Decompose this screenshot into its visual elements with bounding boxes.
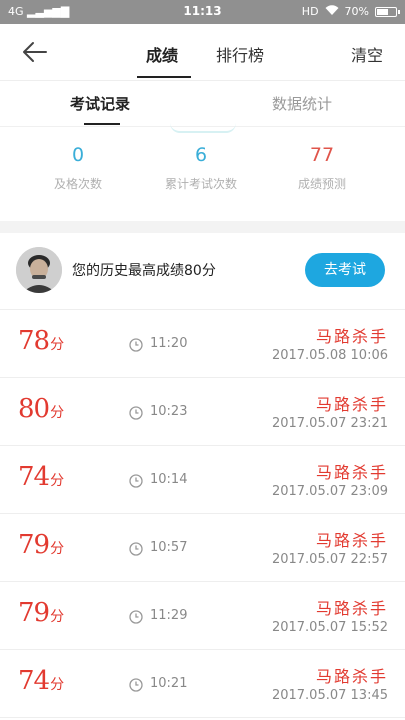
record-row[interactable]: 74分 10:14 马路杀手 2017.05.07 23:09 (0, 446, 405, 514)
clock-icon (129, 473, 143, 488)
record-date: 2017.05.07 22:57 (271, 552, 388, 567)
score-value: 79 (18, 530, 50, 560)
record-duration: 10:14 (150, 472, 188, 487)
record-user: 马路杀手 (315, 531, 388, 550)
record-duration: 10:57 (150, 540, 188, 555)
clock-icon (129, 337, 143, 352)
best-score-row: 您的历史最高成绩80分 去考试 (0, 233, 405, 310)
stat-label: 及格次数 (53, 177, 102, 191)
clock-icon (129, 405, 143, 420)
record-row[interactable]: 79分 10:57 马路杀手 2017.05.07 22:57 (0, 514, 405, 582)
record-score: 79分 (18, 530, 64, 560)
record-duration: 10:23 (150, 404, 188, 419)
decorative-arc (170, 123, 236, 133)
stat-value: 6 (194, 144, 208, 166)
subtab-statistics[interactable]: 数据统计 (272, 93, 332, 114)
back-arrow-icon[interactable] (20, 40, 48, 64)
stat-value: 0 (71, 144, 85, 166)
record-user: 马路杀手 (315, 463, 388, 482)
tab-scores[interactable]: 成绩 (146, 42, 178, 66)
record-date: 2017.05.07 13:45 (271, 688, 388, 703)
status-bar: 4G ▂▃▅▆▇ 11:13 HD 70% (0, 0, 405, 24)
subtab-underline (84, 123, 120, 125)
score-value: 79 (18, 598, 50, 628)
record-date: 2017.05.07 15:52 (271, 620, 388, 635)
record-user: 马路杀手 (315, 599, 388, 618)
clock-icon (129, 541, 143, 556)
record-score: 80分 (18, 394, 64, 424)
battery-percent: 70% (344, 5, 369, 18)
score-value: 80 (18, 394, 50, 424)
subtab-exam-records[interactable]: 考试记录 (70, 93, 130, 114)
sub-tabs: 考试记录 数据统计 (0, 81, 405, 125)
exam-records-list: 78分 11:20 马路杀手 2017.05.08 10:06 80分 10:23 马路杀手… (0, 310, 405, 718)
record-row[interactable]: 79分 11:29 马路杀手 2017.05.07 15:52 (0, 582, 405, 650)
record-duration: 11:29 (150, 608, 188, 623)
record-row[interactable]: 78分 11:20 马路杀手 2017.05.08 10:06 (0, 310, 405, 378)
score-unit: 分 (50, 405, 65, 421)
tab-scores-underline (137, 76, 191, 78)
battery-icon (375, 6, 400, 17)
best-score-text: 您的历史最高成绩80分 (72, 263, 216, 279)
wifi-icon (325, 4, 339, 19)
clear-button[interactable]: 清空 (351, 42, 383, 66)
stat-value: 77 (309, 144, 335, 166)
hd-badge: HD (301, 5, 319, 18)
score-value: 74 (18, 666, 50, 696)
score-value: 74 (18, 462, 50, 492)
record-user: 马路杀手 (315, 667, 388, 686)
record-date: 2017.05.08 10:06 (271, 348, 388, 363)
record-date: 2017.05.07 23:09 (271, 484, 388, 499)
score-unit: 分 (50, 337, 65, 353)
score-unit: 分 (50, 541, 65, 557)
record-score: 78分 (18, 326, 64, 356)
score-unit: 分 (50, 473, 65, 489)
record-score: 79分 (18, 598, 64, 628)
app-header: 成绩 排行榜 清空 (0, 24, 405, 81)
record-date: 2017.05.07 23:21 (271, 416, 388, 431)
record-score: 74分 (18, 666, 64, 696)
tab-leaderboard[interactable]: 排行榜 (216, 42, 264, 66)
clock-icon (129, 677, 143, 692)
score-value: 78 (18, 326, 50, 356)
record-score: 74分 (18, 462, 64, 492)
score-unit: 分 (50, 609, 65, 625)
stat-label: 累计考试次数 (164, 177, 237, 191)
record-duration: 10:21 (150, 676, 188, 691)
clock-icon (129, 609, 143, 624)
record-row[interactable]: 74分 10:21 马路杀手 2017.05.07 13:45 (0, 650, 405, 718)
record-user: 马路杀手 (315, 395, 388, 414)
record-duration: 11:20 (150, 336, 188, 351)
stat-label: 成绩预测 (297, 177, 346, 191)
stat-pass-count: 0 及格次数 (18, 141, 138, 192)
status-right: HD 70% (301, 4, 400, 19)
record-user: 马路杀手 (315, 327, 388, 346)
stat-total-exams: 6 累计考试次数 (141, 141, 261, 192)
take-exam-button[interactable]: 去考试 (305, 253, 385, 287)
avatar[interactable] (16, 247, 62, 293)
stat-score-prediction: 77 成绩预测 (262, 141, 382, 192)
section-divider (0, 221, 405, 233)
battery-level (377, 8, 388, 15)
record-row[interactable]: 80分 10:23 马路杀手 2017.05.07 23:21 (0, 378, 405, 446)
score-unit: 分 (50, 677, 65, 693)
stats-panel: 0 及格次数 6 累计考试次数 77 成绩预测 (0, 126, 405, 221)
